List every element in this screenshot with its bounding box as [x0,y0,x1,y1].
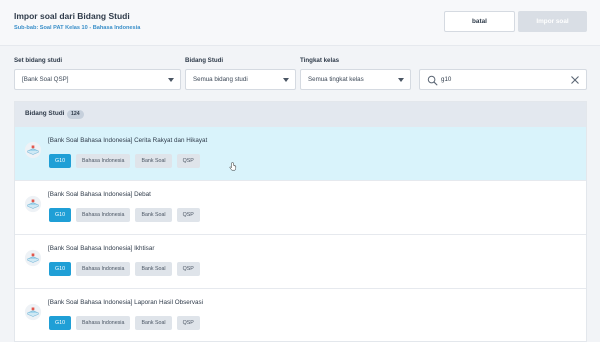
item-title: [Bank Soal Bahasa Indonesia] Cerita Raky… [48,137,208,144]
book-icon [24,249,42,267]
tag-source: QSP [176,154,200,168]
search-icon [427,75,438,86]
chevron-down-icon [283,78,289,82]
tag-type: Bank Soal [135,208,172,222]
chevron-down-icon [398,78,404,82]
bidang-select[interactable]: Semua bidang studi [185,69,296,90]
subject-list: Bidang Studi 124 [Bank Soal Bahasa Indon… [14,101,587,342]
set-value: [Bank Soal QSP] [22,76,69,83]
book-icon [24,195,42,213]
import-button[interactable]: Impor soal [518,11,587,32]
tingkat-label: Tingkat kelas [300,57,340,64]
tag-grade: G10 [49,262,72,276]
search-value: g10 [441,76,452,83]
tingkat-select[interactable]: Semua tingkat kelas [300,69,411,90]
tag-subject: Bahasa Indonesia [76,208,131,222]
tag-source: QSP [176,262,200,276]
list-item[interactable]: [Bank Soal Bahasa Indonesia] Cerita Raky… [15,127,586,181]
bidang-value: Semua bidang studi [193,76,248,83]
tag-subject: Bahasa Indonesia [76,262,131,276]
book-icon [24,303,42,321]
list-item[interactable]: [Bank Soal Bahasa Indonesia] Ikhtisar G1… [15,235,586,289]
list-header-title: Bidang Studi [25,110,65,117]
book-icon [24,141,42,159]
item-title: [Bank Soal Bahasa Indonesia] Laporan Has… [48,299,204,306]
list-item[interactable]: [Bank Soal Bahasa Indonesia] Debat G10 B… [15,181,586,235]
cancel-button[interactable]: batal [444,11,515,32]
cursor-icon [229,162,237,171]
tag-grade: G10 [49,208,72,222]
tag-type: Bank Soal [135,316,172,330]
tag-subject: Bahasa Indonesia [76,154,131,168]
list-header: Bidang Studi 124 [15,102,586,127]
close-icon[interactable] [570,75,580,85]
tag-type: Bank Soal [135,154,172,168]
page-header: Impor soal dari Bidang Studi Sub-bab: So… [0,0,600,46]
item-title: [Bank Soal Bahasa Indonesia] Ikhtisar [48,245,155,252]
set-select[interactable]: [Bank Soal QSP] [14,69,181,90]
search-input[interactable]: g10 [419,69,587,90]
bidang-label: Bidang Studi [185,57,224,64]
tag-grade: G10 [49,316,72,330]
chevron-down-icon [168,78,174,82]
set-label: Set bidang studi [14,57,63,64]
page-title: Impor soal dari Bidang Studi [14,11,130,21]
tag-subject: Bahasa Indonesia [76,316,131,330]
tag-type: Bank Soal [135,262,172,276]
tingkat-value: Semua tingkat kelas [308,76,364,83]
item-title: [Bank Soal Bahasa Indonesia] Debat [48,191,151,198]
page-subtitle: Sub-bab: Soal PAT Kelas 10 - Bahasa Indo… [14,25,141,31]
count-badge: 124 [67,109,84,119]
tag-source: QSP [176,316,200,330]
tag-grade: G10 [49,154,72,168]
tag-source: QSP [176,208,200,222]
list-item[interactable]: [Bank Soal Bahasa Indonesia] Laporan Has… [15,289,586,341]
